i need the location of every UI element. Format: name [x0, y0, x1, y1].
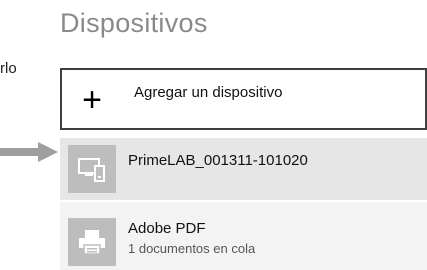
device-item-adobe-pdf[interactable]: Adobe PDF 1 documentos en cola [60, 202, 427, 270]
device-item-primelab[interactable]: PrimeLAB_001311-101020 [60, 138, 427, 200]
device-list: + Agregar un dispositivo PrimeLAB_001311… [60, 68, 427, 270]
truncated-left-text: rlo [0, 60, 17, 77]
plus-icon: + [82, 81, 102, 119]
device-name: PrimeLAB_001311-101020 [128, 151, 308, 169]
add-device-button[interactable]: + Agregar un dispositivo [60, 68, 427, 130]
device-status: 1 documentos en cola [128, 241, 256, 256]
add-device-label: Agregar un dispositivo [134, 83, 283, 101]
add-tile: + [70, 78, 114, 122]
pointer-arrow-icon [0, 142, 58, 162]
printer-icon [68, 218, 116, 266]
page-title: Dispositivos [60, 8, 208, 38]
device-name: Adobe PDF [128, 220, 206, 237]
devices-icon [68, 145, 116, 193]
